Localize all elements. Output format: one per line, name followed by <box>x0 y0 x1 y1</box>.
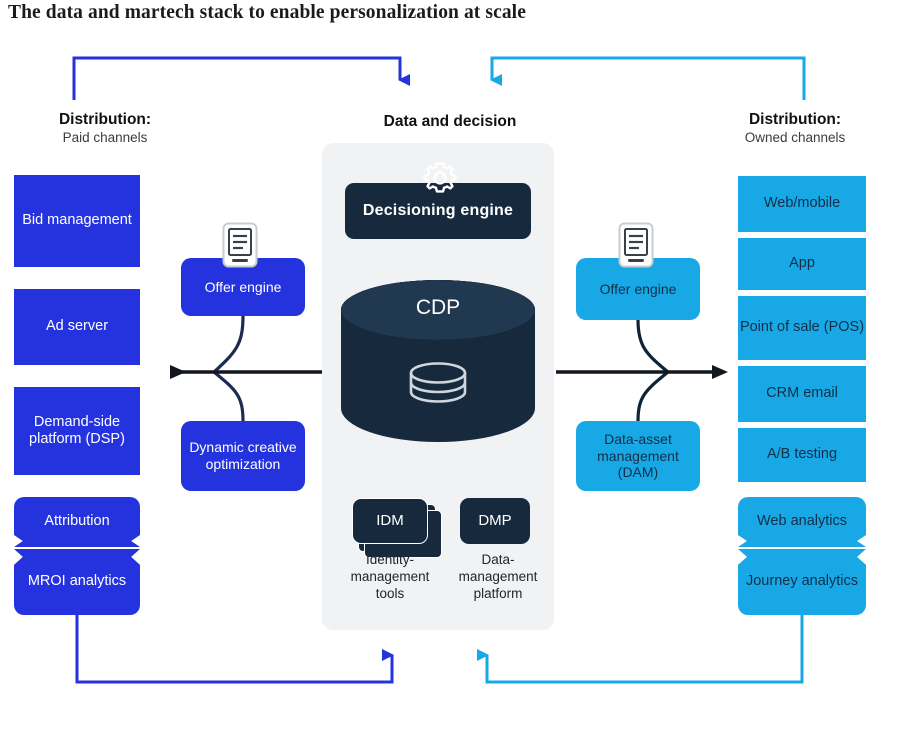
heading-paid-channels: Distribution: Paid channels <box>0 110 210 147</box>
heading-owned-channels: Distribution: Owned channels <box>690 110 900 147</box>
heading-owned-title: Distribution: <box>748 111 842 128</box>
paid-box-ad-server[interactable]: Ad server <box>14 289 140 365</box>
paid-box-bid-management[interactable]: Bid management <box>14 175 140 267</box>
gear-icon <box>423 162 457 193</box>
tablet-icon <box>222 222 258 268</box>
heading-paid-subtitle: Paid channels <box>62 130 148 146</box>
dmp-box[interactable]: DMP <box>460 498 530 544</box>
idm-box[interactable]: IDM <box>352 498 428 544</box>
idm-caption: Identity-management tools <box>350 552 430 601</box>
dmp-caption: Data-management platform <box>458 552 538 601</box>
paid-box-demand-side-platform[interactable]: Demand-side platform (DSP) <box>14 387 140 475</box>
owned-data-asset-management[interactable]: Data-asset management (DAM) <box>576 421 700 491</box>
owned-box-ab-testing[interactable]: A/B testing <box>738 428 866 482</box>
top-right-bracket-arrow <box>490 56 806 100</box>
owned-box-crm-email[interactable]: CRM email <box>738 366 866 422</box>
owned-box-app[interactable]: App <box>738 238 866 290</box>
owned-box-journey-analytics[interactable]: Journey analytics <box>738 549 866 615</box>
heading-paid-title: Distribution: <box>58 111 152 128</box>
heading-data-and-decision: Data and decision <box>318 112 582 131</box>
owned-box-point-of-sale[interactable]: Point of sale (POS) <box>738 296 866 360</box>
page-title: The data and martech stack to enable per… <box>8 2 526 23</box>
cdp-cylinder[interactable] <box>341 280 535 448</box>
paid-dynamic-creative-optimization[interactable]: Dynamic creative optimization <box>181 421 305 491</box>
paid-box-attribution[interactable]: Attribution <box>14 497 140 547</box>
owned-box-web-analytics[interactable]: Web analytics <box>738 497 866 547</box>
tablet-icon <box>618 222 654 268</box>
top-left-bracket-arrow <box>72 56 410 100</box>
owned-box-web-mobile[interactable]: Web/mobile <box>738 176 866 232</box>
heading-middle-title: Data and decision <box>383 113 517 130</box>
heading-owned-subtitle: Owned channels <box>744 130 846 146</box>
paid-box-mroi-analytics[interactable]: MROI analytics <box>14 549 140 615</box>
